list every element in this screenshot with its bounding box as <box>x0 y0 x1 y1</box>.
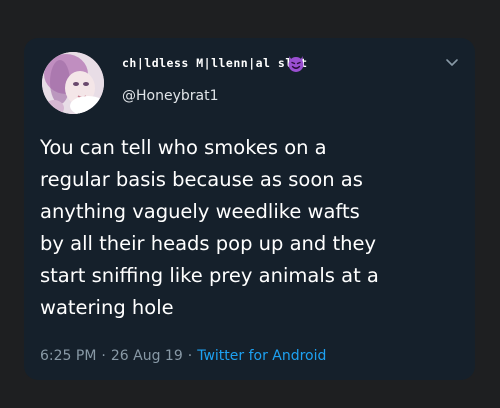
meta-separator: · <box>101 348 106 364</box>
tweet-time[interactable]: 6:25 PM <box>40 348 96 364</box>
tweet-card: ch|ldless M|llenn|al slut @Honeybrat1 Yo… <box>24 38 475 380</box>
tweet-date[interactable]: 26 Aug 19 <box>111 348 183 364</box>
smiling-devil-icon <box>288 56 304 72</box>
display-name[interactable]: ch|ldless M|llenn|al slut <box>122 56 308 70</box>
avatar-image <box>42 52 104 114</box>
meta-separator: · <box>187 348 193 364</box>
tweet-meta: 6:25 PM · 26 Aug 19 · Twitter for Android <box>40 348 326 364</box>
avatar[interactable] <box>42 52 104 114</box>
tweet-source-link[interactable]: Twitter for Android <box>197 348 326 364</box>
chevron-down-icon[interactable] <box>444 54 460 70</box>
user-handle[interactable]: @Honeybrat1 <box>122 88 218 104</box>
tweet-text: You can tell who smokes on a regular bas… <box>40 136 379 319</box>
